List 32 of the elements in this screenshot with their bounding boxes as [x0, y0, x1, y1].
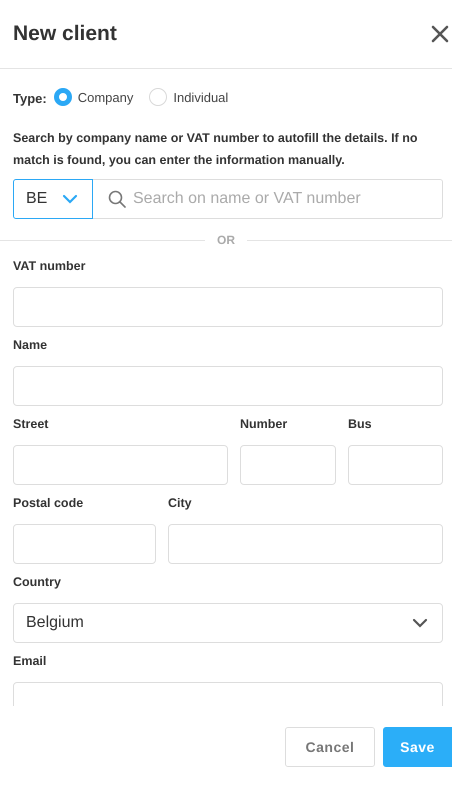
search-icon — [108, 190, 126, 208]
input-field[interactable] — [13, 366, 443, 406]
chevron-icon — [412, 618, 428, 628]
field-label: Number — [240, 417, 288, 433]
field-label: Name — [13, 338, 48, 354]
field-label: Postal code — [13, 496, 84, 512]
type-label: Type: — [13, 91, 47, 106]
country-code-select[interactable]: BE — [13, 179, 93, 219]
type-radio[interactable]: Individual — [149, 88, 228, 106]
input-field[interactable] — [240, 445, 336, 485]
field-label: Bus — [348, 417, 373, 433]
chevron-icon — [62, 194, 78, 204]
type-radio[interactable]: Company — [54, 88, 134, 106]
field-label: VAT number — [13, 259, 86, 275]
radio-label: Individual — [173, 90, 228, 104]
dialog-title: New client — [13, 22, 117, 46]
country-select[interactable]: Belgium — [13, 603, 443, 643]
input-field[interactable] — [13, 287, 443, 327]
or-divider-label: OR — [216, 233, 236, 247]
close-button[interactable] — [430, 24, 450, 44]
field-label: Country — [13, 575, 62, 591]
input-field[interactable] — [348, 445, 443, 485]
cancel-button[interactable]: Cancel — [285, 727, 375, 767]
field-label: Email — [13, 654, 48, 670]
input-field[interactable] — [168, 524, 443, 564]
input-field[interactable] — [13, 445, 228, 485]
input-field[interactable] — [13, 524, 156, 564]
radio-label: Company — [78, 90, 134, 104]
field-label: City — [168, 496, 193, 512]
search-field[interactable]: Search on name or VAT number — [93, 179, 443, 219]
search-description: Search by company name or VAT number to autofill the details. If no match is found, you can enter the information manually. — [13, 130, 418, 169]
field-label: Street — [13, 417, 50, 433]
